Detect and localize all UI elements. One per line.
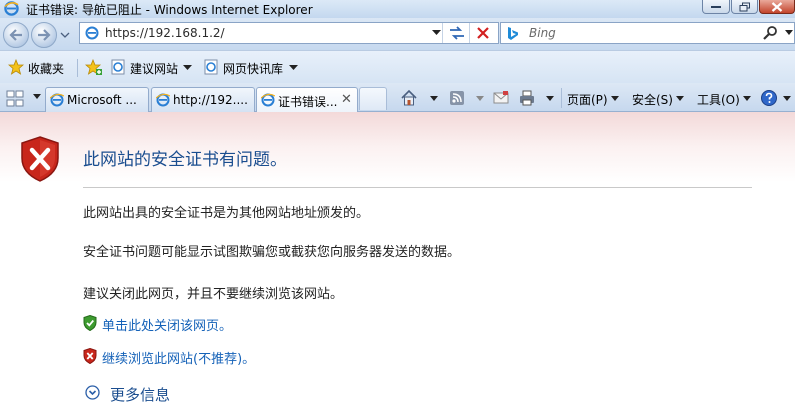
safety-menu-label: 安全(S) xyxy=(632,93,673,107)
chevron-down-icon xyxy=(289,65,298,70)
help-icon xyxy=(761,90,777,106)
expand-chevron-icon xyxy=(85,385,100,400)
add-to-favorites-bar-icon[interactable] xyxy=(85,59,103,77)
search-dropdown-icon[interactable] xyxy=(785,30,793,36)
web-slice-gallery-button[interactable]: 网页快讯库 xyxy=(203,59,300,77)
ie-icon xyxy=(4,1,19,16)
feeds-button[interactable] xyxy=(448,89,486,107)
tab-microsoft[interactable]: Microsoft ... xyxy=(45,87,149,112)
more-information-label[interactable]: 更多信息 xyxy=(110,384,170,404)
maximize-button[interactable] xyxy=(731,0,758,14)
title-bar: 证书错误: 导航已阻止 - Windows Internet Explorer xyxy=(0,0,795,18)
certificate-risk-text: 安全证书问题可能显示试图欺骗您或截获您向服务器发送的数据。 xyxy=(83,245,461,260)
favorites-separator xyxy=(77,59,78,77)
back-button[interactable] xyxy=(3,22,29,48)
close-page-link-label[interactable]: 单击此处关闭该网页。 xyxy=(102,315,232,334)
recent-pages-dropdown-icon[interactable] xyxy=(60,30,70,40)
chevron-down-icon xyxy=(546,96,554,101)
page-menu-label: 页面(P) xyxy=(567,93,608,107)
search-placeholder[interactable]: Bing xyxy=(529,26,556,40)
chevron-down-icon xyxy=(783,96,791,101)
favorites-label: 收藏夹 xyxy=(28,62,65,76)
address-dropdown-icon[interactable] xyxy=(432,30,441,36)
command-separator xyxy=(561,88,562,108)
chevron-down-icon xyxy=(676,96,684,101)
title-divider xyxy=(83,187,752,188)
tools-menu-label: 工具(O) xyxy=(697,93,740,107)
tab-certificate-error[interactable]: 证书错误... ✕ xyxy=(256,87,358,112)
close-icon xyxy=(771,1,783,12)
rss-feed-icon xyxy=(450,91,464,105)
page-icon xyxy=(111,59,125,75)
page-icon xyxy=(204,59,218,75)
green-shield-check-icon xyxy=(83,315,97,331)
read-mail-button[interactable] xyxy=(492,89,512,107)
continue-link-label[interactable]: 继续浏览此网站(不推荐)。 xyxy=(102,348,255,367)
help-button[interactable] xyxy=(760,89,792,107)
printer-icon xyxy=(520,90,534,106)
tab-list-dropdown-icon[interactable] xyxy=(33,94,41,100)
tab-label: 证书错误... xyxy=(278,95,338,109)
address-bar[interactable]: https://192.168.1.2/ xyxy=(79,22,499,44)
stop-icon[interactable] xyxy=(472,25,494,41)
tab-bar: Microsoft ... http://192.... 证书错误... ✕ 页… xyxy=(0,83,795,112)
page-icon xyxy=(85,26,99,40)
search-icon[interactable] xyxy=(762,25,778,41)
tab-label: Microsoft ... xyxy=(67,93,137,107)
ie-page-icon xyxy=(261,93,275,107)
minimize-icon xyxy=(711,5,721,8)
red-shield-x-icon xyxy=(83,348,97,364)
restore-icon xyxy=(739,2,750,11)
search-box[interactable]: Bing xyxy=(500,22,795,44)
url-text[interactable]: https://192.168.1.2/ xyxy=(105,26,225,40)
favorites-bar: 收藏夹 建议网站 网页快讯库 xyxy=(0,50,795,83)
ie-page-icon xyxy=(156,93,170,107)
page-title: 此网站的安全证书有问题。 xyxy=(83,150,287,170)
recommendation-text: 建议关闭此网页，并且不要继续浏览该网站。 xyxy=(83,287,344,302)
tab-http-192[interactable]: http://192.... xyxy=(151,87,255,112)
home-button[interactable] xyxy=(400,89,438,107)
chevron-down-icon xyxy=(611,96,619,101)
quick-tabs-icon[interactable] xyxy=(6,89,30,109)
safety-menu-button[interactable]: 安全(S) xyxy=(632,89,688,107)
chevron-down-icon xyxy=(183,65,192,70)
chevron-down-icon xyxy=(476,96,484,101)
favorites-star-icon xyxy=(8,59,24,75)
chevron-down-icon xyxy=(743,96,751,101)
window-title: 证书错误: 导航已阻止 - Windows Internet Explorer xyxy=(26,3,313,17)
forward-arrow-icon xyxy=(38,29,51,41)
address-separator xyxy=(469,23,470,43)
forward-button[interactable] xyxy=(31,22,57,48)
home-icon xyxy=(401,89,417,106)
mail-icon xyxy=(493,91,509,104)
refresh-icon[interactable] xyxy=(446,25,468,41)
close-window-button[interactable] xyxy=(759,0,795,14)
certificate-mismatch-text: 此网站出具的安全证书是为其他网站地址颁发的。 xyxy=(83,206,370,221)
navigation-bar: https://192.168.1.2/ Bing xyxy=(0,18,795,50)
minimize-button[interactable] xyxy=(702,0,730,14)
address-separator xyxy=(442,23,443,43)
tab-label: http://192.... xyxy=(173,93,248,107)
suggested-sites-label: 建议网站 xyxy=(130,62,179,76)
shield-error-icon xyxy=(21,136,59,182)
tab-close-icon[interactable]: ✕ xyxy=(341,92,352,107)
bing-icon xyxy=(508,27,518,40)
favorites-button[interactable]: 收藏夹 xyxy=(8,59,70,77)
suggested-sites-button[interactable]: 建议网站 xyxy=(110,59,194,77)
print-button[interactable] xyxy=(518,89,556,107)
tools-menu-button[interactable]: 工具(O) xyxy=(697,89,755,107)
certificate-error-page: 此网站的安全证书有问题。 此网站出具的安全证书是为其他网站地址颁发的。 安全证书… xyxy=(0,112,795,404)
ie-page-icon xyxy=(50,93,64,107)
chevron-down-icon xyxy=(430,96,438,101)
new-tab-button[interactable] xyxy=(359,87,387,110)
web-slice-gallery-label: 网页快讯库 xyxy=(223,62,284,76)
page-menu-button[interactable]: 页面(P) xyxy=(567,89,623,107)
back-arrow-icon xyxy=(9,29,22,41)
